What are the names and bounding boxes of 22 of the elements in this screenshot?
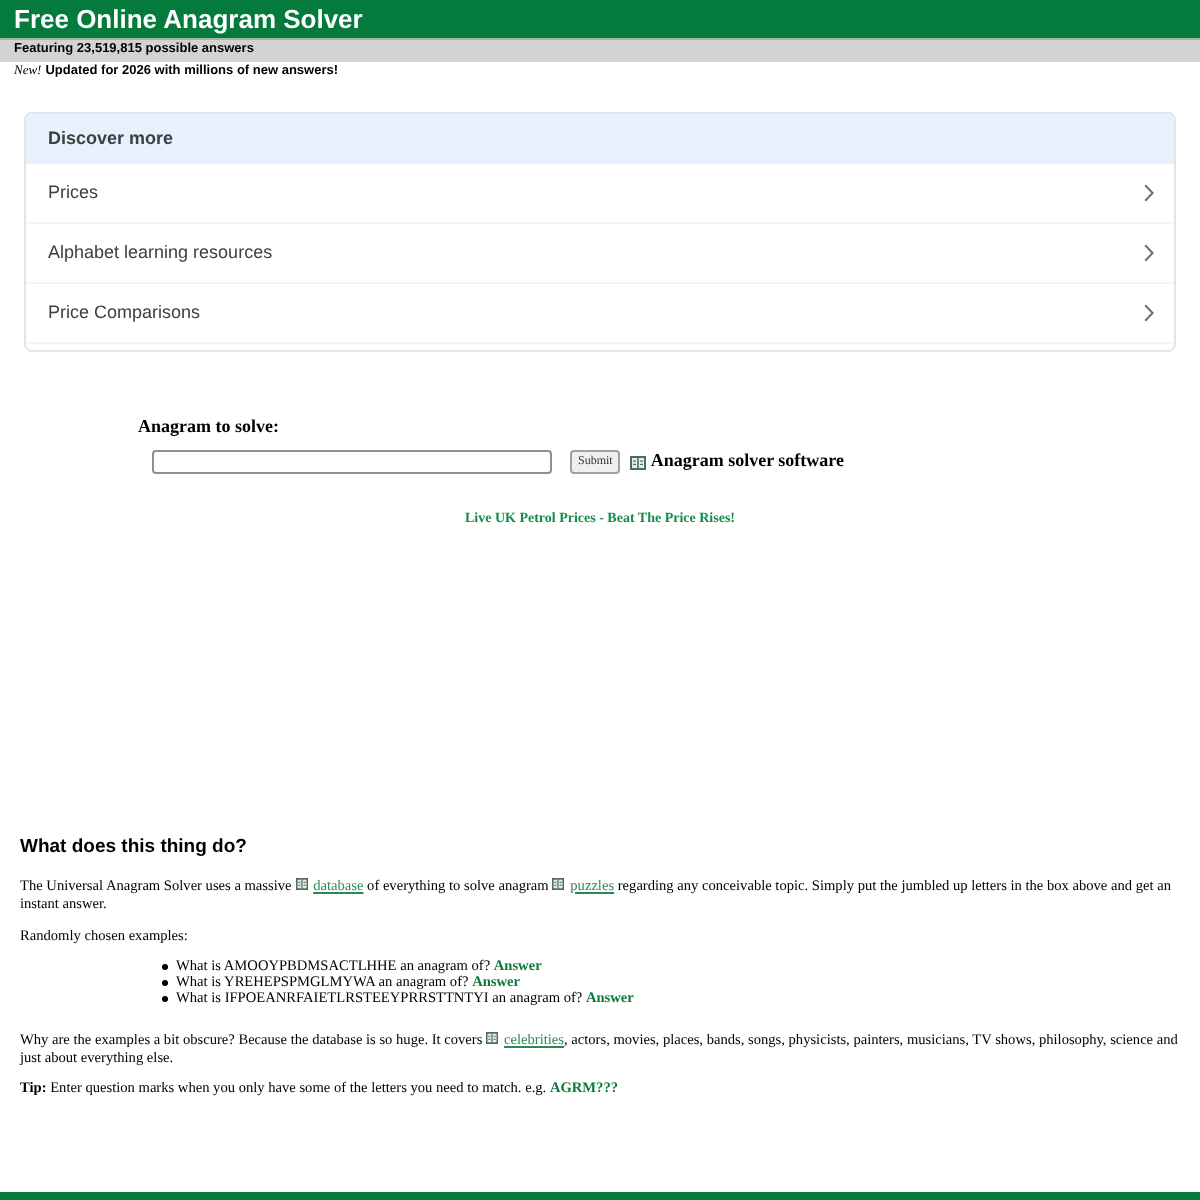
discover-item-label: Price Comparisons	[48, 299, 201, 326]
discover-item[interactable]: Price Comparisons	[26, 284, 1174, 344]
bullet-icon	[162, 995, 168, 1001]
software-link[interactable]: Anagram solver software	[630, 448, 844, 476]
discover-header: Discover more	[26, 114, 1174, 164]
site-title: Free Online Anagram Solver	[14, 6, 363, 32]
section-heading: What does this thing do?	[20, 838, 249, 858]
book-icon	[295, 877, 308, 889]
chevron-icon	[1144, 184, 1154, 202]
discover-item[interactable]: Prices	[26, 164, 1174, 224]
discover-item-label: Prices	[48, 179, 99, 206]
book-icon	[552, 877, 565, 889]
discover-item[interactable]: Alphabet learning resources	[26, 224, 1174, 284]
bullet-icon	[162, 963, 168, 969]
discover-item-label: Alphabet learning resources	[48, 239, 273, 266]
chevron-icon	[1144, 304, 1154, 322]
input-label: Anagram to solve:	[138, 414, 281, 438]
bullet-icon	[162, 979, 168, 985]
chevron-icon	[1144, 244, 1154, 262]
anagram-input[interactable]	[152, 450, 552, 474]
book-icon	[630, 455, 647, 469]
book-icon	[486, 1031, 499, 1043]
